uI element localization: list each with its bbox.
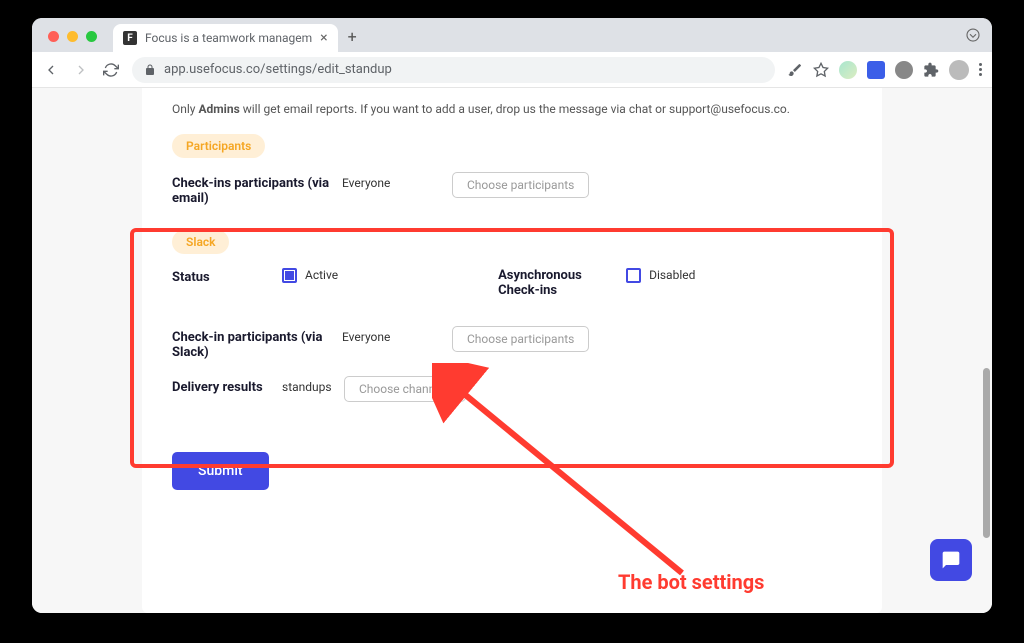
settings-card: Only Admins will get email reports. If y… (142, 88, 882, 613)
slack-pill: Slack (172, 230, 229, 254)
choose-channels-button[interactable]: Choose channels (344, 376, 466, 402)
url-input[interactable]: app.usefocus.co/settings/edit_standup (132, 57, 775, 83)
slack-section: Slack Status Active Asynchronous Check-i… (172, 230, 852, 404)
window-controls (48, 31, 97, 42)
page-content: Only Admins will get email reports. If y… (32, 88, 992, 613)
checkin-slack-label: Check-in participants (via Slack) (172, 326, 342, 360)
choose-participants-slack-button[interactable]: Choose participants (452, 326, 589, 352)
minimize-dot[interactable] (67, 31, 78, 42)
status-label: Status (172, 268, 282, 285)
lock-icon (144, 64, 156, 76)
address-bar: app.usefocus.co/settings/edit_standup (32, 52, 992, 88)
browser-tab[interactable]: F Focus is a teamwork managem × (113, 24, 338, 52)
extension-icons (787, 60, 982, 80)
extensions-icon[interactable] (923, 62, 939, 78)
chat-fab[interactable] (930, 539, 972, 581)
menu-dots-icon[interactable] (979, 63, 982, 76)
choose-participants-email-button[interactable]: Choose participants (452, 172, 589, 198)
close-tab-icon[interactable]: × (320, 30, 327, 46)
forward-icon[interactable] (72, 61, 90, 79)
checkins-email-label: Check-ins participants (via email) (172, 172, 342, 206)
ext-icon-1[interactable] (839, 61, 857, 79)
new-tab-button[interactable]: + (348, 27, 357, 46)
browser-window: F Focus is a teamwork managem × + app.us… (32, 18, 992, 613)
submit-button[interactable]: Submit (172, 452, 269, 490)
maximize-dot[interactable] (86, 31, 97, 42)
reload-icon[interactable] (102, 61, 120, 79)
async-value: Disabled (649, 268, 695, 282)
star-icon[interactable] (813, 62, 829, 78)
ext-icon-2[interactable] (867, 61, 885, 79)
back-icon[interactable] (42, 61, 60, 79)
delivery-label: Delivery results (172, 376, 282, 395)
checkins-email-value: Everyone (342, 172, 452, 190)
checkin-slack-value: Everyone (342, 326, 452, 344)
tab-favicon: F (123, 31, 137, 45)
profile-avatar[interactable] (949, 60, 969, 80)
tab-menu-caret-icon[interactable] (964, 26, 982, 44)
close-dot[interactable] (48, 31, 59, 42)
async-checkbox[interactable] (626, 268, 641, 283)
status-value: Active (305, 268, 338, 282)
url-text: app.usefocus.co/settings/edit_standup (164, 62, 392, 77)
participants-section: Participants Check-ins participants (via… (172, 134, 852, 206)
tab-title: Focus is a teamwork managem (145, 31, 312, 45)
async-label: Asynchronous Check-ins (498, 268, 608, 298)
tab-bar: F Focus is a teamwork managem × + (32, 18, 992, 52)
key-icon[interactable] (787, 62, 803, 78)
participants-pill: Participants (172, 134, 265, 158)
notice-text: Only Admins will get email reports. If y… (172, 102, 852, 116)
delivery-value: standups (282, 376, 344, 394)
chat-icon (941, 550, 961, 570)
status-checkbox[interactable] (282, 268, 297, 283)
annotation-text: The bot settings (618, 570, 764, 594)
ext-icon-3[interactable] (895, 61, 913, 79)
scrollbar-thumb[interactable] (983, 368, 990, 538)
